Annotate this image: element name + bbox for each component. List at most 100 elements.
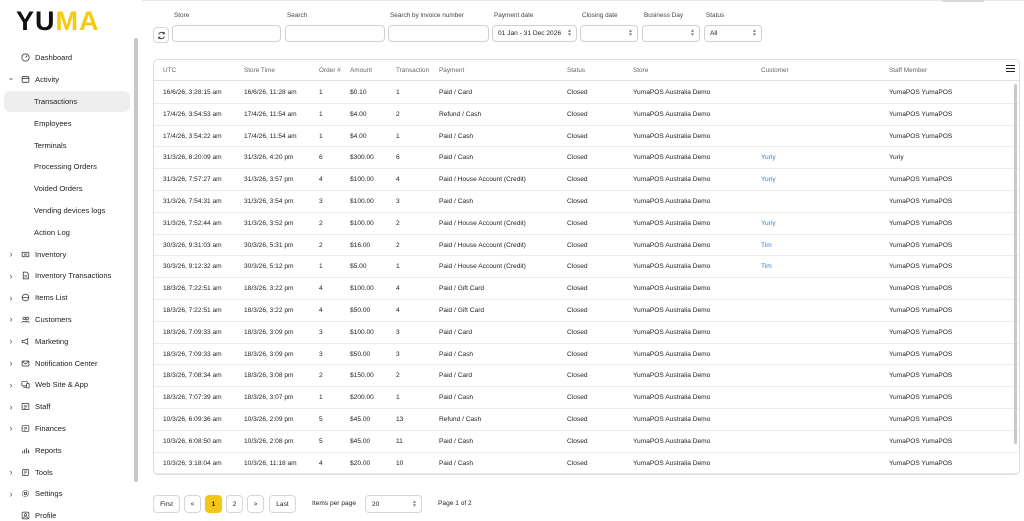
- table-row[interactable]: 18/3/26, 7:08:34 am 18/3/26, 3:08 pm 2 $150…: [154, 365, 1019, 388]
- page-button-1[interactable]: 1: [205, 495, 222, 513]
- cell-store-time: 31/3/26, 3:52 pm: [244, 219, 294, 227]
- sidebar-item-marketing[interactable]: › Marketing: [4, 330, 130, 352]
- table-row[interactable]: 30/3/26, 9:12:32 am 30/3/26, 5:12 pm 1 $5.0…: [154, 256, 1019, 279]
- table-row[interactable]: 16/6/26, 3:28:15 am 16/6/26, 11:28 am 1 $0.…: [154, 82, 1019, 104]
- cell-staff-member: YumaPOS YumaPOS: [889, 459, 953, 467]
- sidebar-item-inventory-transactions[interactable]: › Inventory Transactions: [4, 265, 130, 287]
- sidebar-item-label: Reports: [35, 445, 62, 455]
- chevron-right-icon[interactable]: ›: [6, 402, 16, 412]
- column-header-customer[interactable]: Customer: [761, 60, 789, 81]
- chevron-right-icon[interactable]: ›: [6, 489, 16, 499]
- cell-customer[interactable]: Yuriy: [761, 147, 776, 169]
- sidebar-item-inventory[interactable]: › Inventory: [4, 243, 130, 265]
- table-row[interactable]: 10/3/26, 6:08:50 am 10/3/26, 2:08 pm 5 $45.…: [154, 431, 1019, 453]
- table-row[interactable]: 18/3/26, 7:22:51 am 18/3/26, 3:22 pm 4 $100…: [154, 278, 1019, 300]
- invoice-search-input[interactable]: [388, 25, 489, 42]
- sidebar-item-dashboard[interactable]: Dashboard: [4, 47, 130, 69]
- table-row[interactable]: 17/4/26, 3:54:22 am 17/4/26, 11:54 am 1 $4.…: [154, 126, 1019, 148]
- cell-order: 5: [319, 415, 323, 423]
- table-row[interactable]: 18/3/26, 7:22:51 am 18/3/26, 3:22 pm 4 $50.…: [154, 300, 1019, 322]
- status-select[interactable]: All ▲ ▼: [704, 25, 762, 42]
- sidebar-item-settings[interactable]: › Settings: [4, 483, 130, 505]
- column-header-status[interactable]: Status: [567, 60, 585, 81]
- sidebar-item-employees[interactable]: Employees: [4, 112, 130, 134]
- next-page-button[interactable]: >: [247, 495, 264, 513]
- store-input[interactable]: [172, 25, 281, 42]
- table-row[interactable]: 10/3/26, 3:18:04 am 10/3/26, 11:18 am 4 $20…: [154, 453, 1019, 474]
- sidebar-item-web-site-and-app[interactable]: › Web Site & App: [4, 374, 130, 396]
- sidebar-item-notification-center[interactable]: › Notification Center: [4, 352, 130, 374]
- cell-utc: 17/4/26, 3:54:53 am: [163, 110, 222, 118]
- column-menu-icon[interactable]: [1006, 65, 1015, 74]
- cell-status: Closed: [567, 394, 588, 402]
- table-row[interactable]: 18/3/26, 7:09:33 am 18/3/26, 3:09 pm 3 $50.…: [154, 344, 1019, 366]
- sidebar-item-activity[interactable]: ⌄ Activity: [4, 69, 130, 91]
- chevron-right-icon[interactable]: ›: [6, 314, 16, 324]
- refresh-button[interactable]: [153, 27, 169, 43]
- cell-customer[interactable]: Tim: [761, 256, 772, 278]
- table-row[interactable]: 18/3/26, 7:09:33 am 18/3/26, 3:09 pm 3 $100…: [154, 322, 1019, 344]
- column-header-transaction[interactable]: Transaction: [396, 60, 429, 81]
- cell-customer[interactable]: Yuriy: [761, 169, 776, 191]
- sidebar-item-processing-orders[interactable]: Processing Orders: [4, 156, 130, 178]
- store-filter-label: Store: [174, 12, 190, 19]
- table-scrollbar[interactable]: [1014, 84, 1017, 444]
- sidebar-item-profile[interactable]: Profile: [4, 505, 130, 521]
- table-row[interactable]: 30/3/26, 9:31:03 am 30/3/26, 5:31 pm 2 $16.…: [154, 235, 1019, 257]
- column-header-store[interactable]: Store: [633, 60, 648, 81]
- table-row[interactable]: 31/3/26, 7:57:27 am 31/3/26, 3:57 pm 4 $100…: [154, 169, 1019, 191]
- column-header-order[interactable]: Order #: [319, 60, 341, 81]
- sidebar-item-action-log[interactable]: Action Log: [4, 221, 130, 243]
- column-header-amount[interactable]: Amount: [350, 60, 372, 81]
- chevron-right-icon[interactable]: ›: [6, 380, 16, 390]
- chevron-right-icon[interactable]: ›: [6, 358, 16, 368]
- sidebar-item-items-list[interactable]: › Items List: [4, 287, 130, 309]
- chevron-down-icon[interactable]: ⌄: [6, 73, 16, 82]
- cell-customer[interactable]: Yuriy: [761, 213, 776, 235]
- cell-amount: $5.00: [350, 263, 367, 271]
- chevron-right-icon[interactable]: ›: [6, 467, 16, 477]
- page-button-2[interactable]: 2: [226, 495, 243, 513]
- search-input[interactable]: [285, 25, 385, 42]
- chevron-right-icon[interactable]: ›: [6, 423, 16, 433]
- business-day-select[interactable]: ▲ ▼: [642, 25, 700, 42]
- first-page-button[interactable]: First: [153, 495, 180, 513]
- cell-utc: 18/3/26, 7:22:51 am: [163, 285, 222, 293]
- closing-date-select[interactable]: ▲ ▼: [580, 25, 638, 42]
- sidebar-item-staff[interactable]: › Staff: [4, 396, 130, 418]
- chevron-right-icon[interactable]: ›: [6, 293, 16, 303]
- table-row[interactable]: 18/3/26, 7:07:39 am 18/3/26, 3:07 pm 1 $200…: [154, 387, 1019, 409]
- column-header-store-time[interactable]: Store Time: [244, 60, 275, 81]
- sidebar-item-vending-devices-logs[interactable]: Vending devices logs: [4, 200, 130, 222]
- sidebar-item-label: Web Site & App: [35, 380, 89, 390]
- profile-icon: [18, 511, 32, 520]
- sidebar-item-tools[interactable]: › Tools: [4, 461, 130, 483]
- table-row[interactable]: 31/3/26, 7:52:44 am 31/3/26, 3:52 pm 2 $100…: [154, 213, 1019, 235]
- items-per-page-select[interactable]: 20 ▲ ▼: [365, 495, 422, 513]
- column-header-utc[interactable]: UTC: [163, 60, 176, 81]
- table-row[interactable]: 31/3/26, 8:20:09 am 31/3/26, 4:20 pm 6 $300…: [154, 147, 1019, 170]
- sidebar-item-finances[interactable]: › Finances: [4, 418, 130, 440]
- chevron-right-icon[interactable]: ›: [6, 271, 16, 281]
- cell-amount: $20.00: [350, 459, 371, 467]
- last-page-button[interactable]: Last: [269, 495, 296, 513]
- column-header-payment[interactable]: Payment: [439, 60, 464, 81]
- prev-page-button[interactable]: <: [184, 495, 201, 513]
- sidebar-item-terminals[interactable]: Terminals: [4, 134, 130, 156]
- cell-customer[interactable]: Tim: [761, 235, 772, 257]
- logo[interactable]: YUMA: [16, 6, 100, 36]
- column-header-staff-member[interactable]: Staff Member: [889, 60, 927, 81]
- sidebar-item-reports[interactable]: Reports: [4, 439, 130, 461]
- chevron-right-icon[interactable]: ›: [6, 249, 16, 259]
- sidebar-item-transactions[interactable]: Transactions: [4, 90, 130, 113]
- sidebar-scrollbar[interactable]: [134, 38, 138, 482]
- sidebar-item-voided-orders[interactable]: Voided Orders: [4, 178, 130, 200]
- sidebar-item-customers[interactable]: › Customers: [4, 309, 130, 331]
- cell-amount: $100.00: [350, 328, 374, 336]
- table-row[interactable]: 10/3/26, 6:09:36 am 10/3/26, 2:09 pm 5 $45.…: [154, 409, 1019, 431]
- chevron-right-icon[interactable]: ›: [6, 336, 16, 346]
- cell-staff-member: YumaPOS YumaPOS: [889, 89, 953, 96]
- payment-date-select[interactable]: 01 Jan - 31 Dec 2026 ▲ ▼: [492, 25, 577, 42]
- table-row[interactable]: 17/4/26, 3:54:53 am 17/4/26, 11:54 am 1 $4.…: [154, 104, 1019, 126]
- table-row[interactable]: 31/3/26, 7:54:31 am 31/3/26, 3:54 pm 3 $100…: [154, 191, 1019, 213]
